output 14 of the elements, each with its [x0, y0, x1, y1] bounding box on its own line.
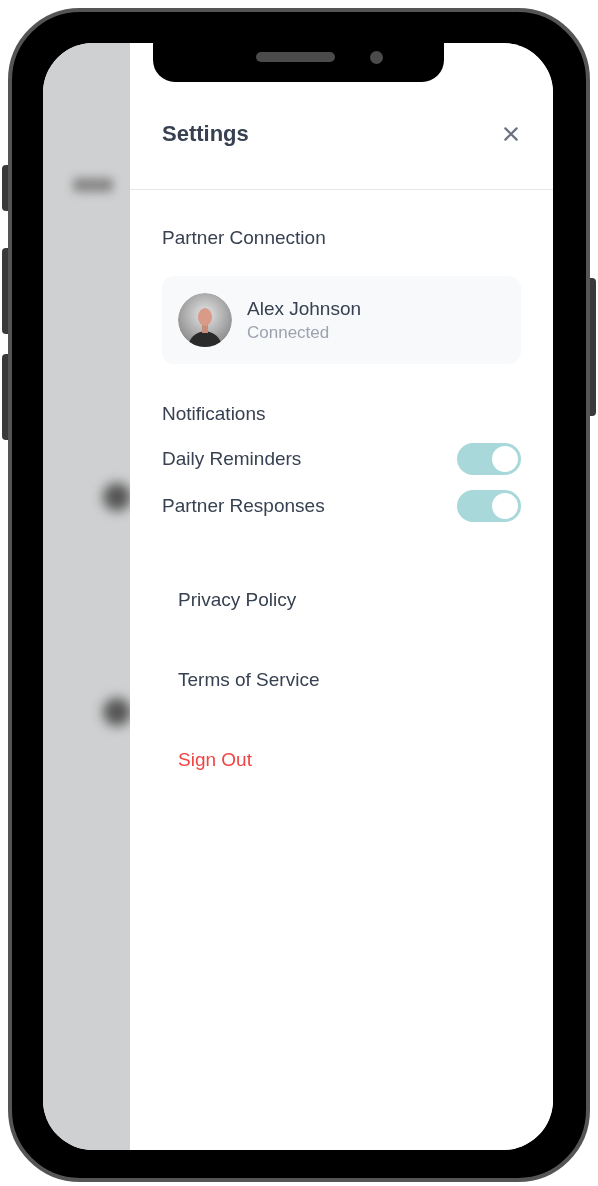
toggle-switch[interactable] — [457, 443, 521, 475]
section-heading: Notifications — [162, 402, 267, 426]
sign-out-link[interactable]: Sign Out — [162, 720, 268, 800]
menu-link[interactable]: Terms of Service — [162, 640, 336, 720]
toggle-label: Daily Reminders — [162, 446, 302, 471]
close-icon[interactable] — [502, 125, 520, 143]
section-heading: Partner Connection — [162, 226, 327, 250]
toggle-label: Partner Responses — [162, 493, 325, 518]
connection-status: Connected — [247, 322, 331, 344]
camera — [370, 51, 383, 64]
partner-name: Alex Johnson — [247, 297, 362, 321]
toggle-switch[interactable] — [457, 490, 521, 522]
menu-link[interactable]: Privacy Policy — [162, 560, 313, 640]
panel-title: Settings — [162, 121, 249, 147]
